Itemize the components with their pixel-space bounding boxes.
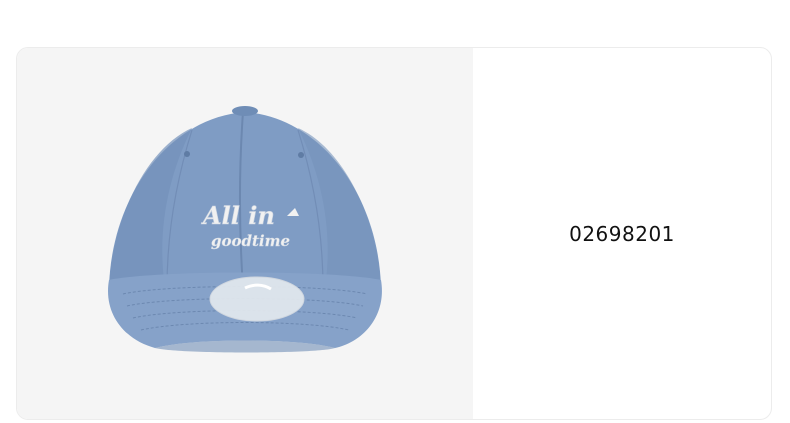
product-image-panel[interactable]: All in goodtime <box>17 48 473 419</box>
product-code-panel: 02698201 <box>473 48 771 419</box>
embroidery-line-1: All in <box>201 201 275 230</box>
product-card: All in goodtime 02698201 <box>16 47 772 420</box>
product-code: 02698201 <box>569 221 675 246</box>
cap-image: All in goodtime <box>108 106 382 353</box>
embroidery-line-2: goodtime <box>211 232 290 250</box>
